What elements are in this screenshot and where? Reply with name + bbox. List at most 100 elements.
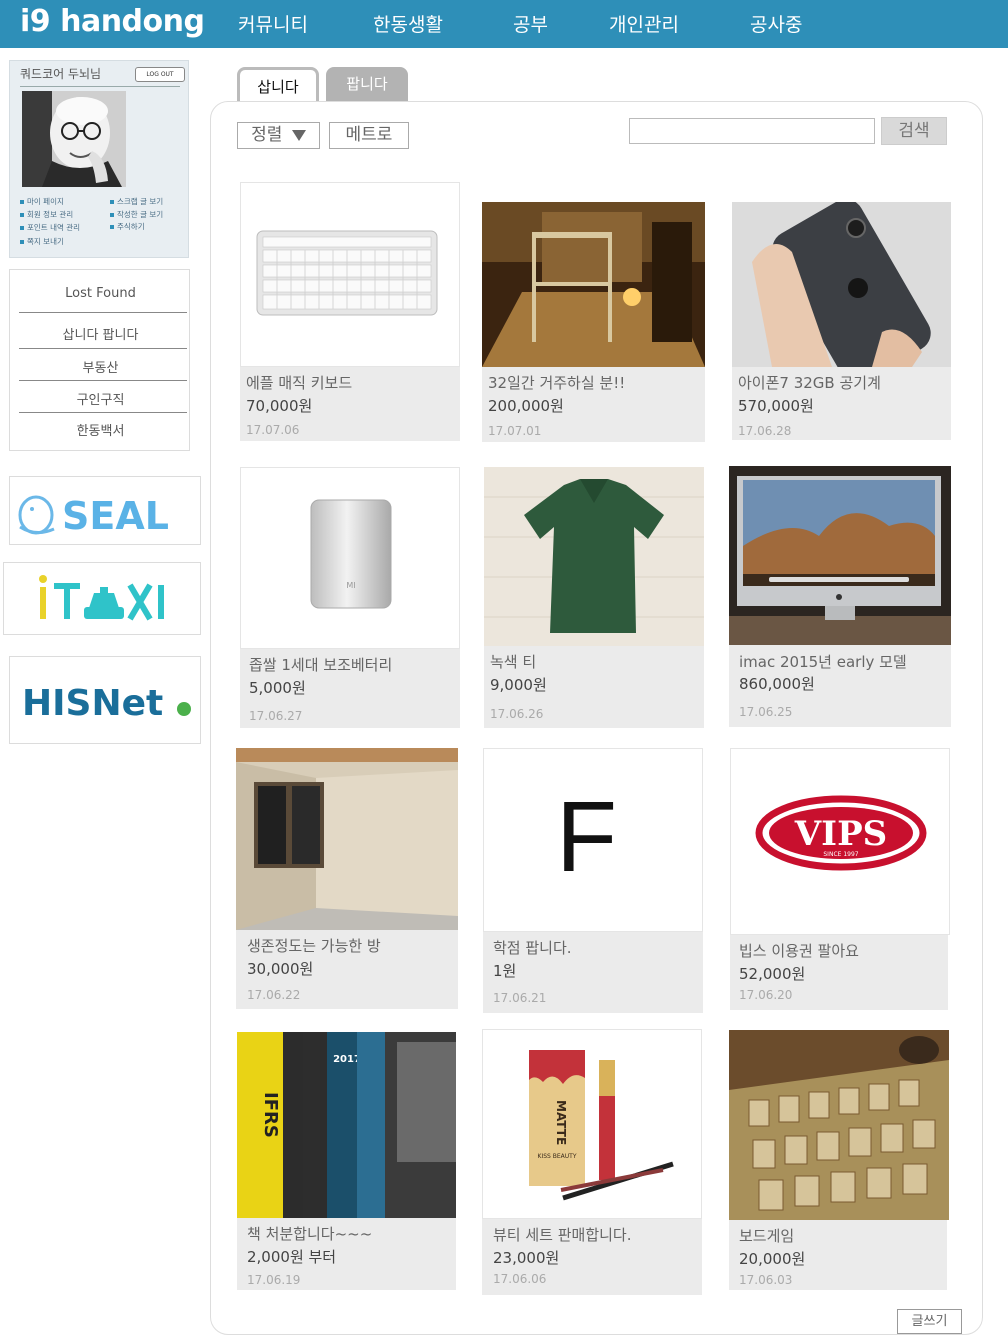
sort-dropdown[interactable]: 정렬 (237, 122, 320, 149)
product-title: 빕스 이용권 팔아요 (739, 942, 859, 960)
product-date: 17.06.20 (739, 988, 793, 1002)
banner-seal[interactable]: SEAL (9, 476, 201, 545)
seal-logo-text: SEAL (62, 494, 169, 538)
product-info: 뷰티 세트 판매합니다. 23,000원 17.06.06 (482, 1219, 702, 1295)
product-info: 빕스 이용권 팔아요 52,000원 17.06.20 (730, 935, 948, 1010)
product-price: 860,000원 (739, 675, 815, 693)
product-price: 30,000원 (247, 960, 314, 978)
tab-buy[interactable]: 삽니다 (237, 67, 319, 101)
link-member-info[interactable]: 회원 정보 관리 (20, 209, 73, 220)
product-info: 녹색 티 9,000원 17.06.26 (484, 646, 704, 728)
product-date: 17.07.01 (488, 424, 542, 438)
product-info: 32일간 거주하실 분!! 200,000원 17.07.01 (482, 367, 705, 442)
product-card[interactable]: VIPS SINCE 1997 빕스 이용권 팔아요 52,000원 17.06… (730, 748, 950, 1010)
product-price: 200,000원 (488, 397, 564, 415)
top-navbar: i9 handong 커뮤니티 한동생활 공부 개인관리 공사중 (0, 0, 1008, 48)
sidemenu-divider (19, 348, 187, 349)
sidemenu-divider (19, 380, 187, 381)
link-points[interactable]: 포인트 내역 관리 (20, 222, 80, 233)
product-date: 17.06.03 (739, 1273, 793, 1287)
product-image-board-game (729, 1030, 949, 1220)
product-date: 17.06.25 (739, 705, 793, 719)
link-my-posts[interactable]: 작성한 글 보기 (110, 209, 163, 220)
nav-study[interactable]: 공부 (513, 10, 548, 37)
product-price: 20,000원 (739, 1250, 806, 1268)
svg-text:SINCE 1997: SINCE 1997 (823, 851, 858, 858)
product-info: 책 처분합니다~~~ 2,000원 부터 17.06.19 (237, 1218, 456, 1290)
product-date: 17.06.27 (249, 709, 303, 723)
product-date: 17.06.06 (493, 1272, 547, 1286)
svg-text:MI: MI (346, 581, 355, 590)
user-nickname: 쿼드코어 두뇌님 (20, 67, 102, 81)
nav-handong-life[interactable]: 한동생활 (373, 10, 443, 37)
nav-personal[interactable]: 개인관리 (609, 10, 679, 37)
search-button[interactable]: 검색 (881, 117, 947, 145)
product-price: 1원 (493, 962, 517, 980)
product-date: 17.06.28 (738, 424, 792, 438)
product-title: 학점 팝니다. (493, 939, 572, 957)
product-price: 5,000원 (249, 679, 306, 697)
nav-under-construction[interactable]: 공사중 (750, 10, 802, 37)
product-card[interactable]: 녹색 티 9,000원 17.06.26 (484, 467, 704, 728)
product-date: 17.06.22 (247, 988, 301, 1002)
product-info: 에플 매직 키보드 70,000원 17.07.06 (240, 367, 460, 441)
product-title: 32일간 거주하실 분!! (488, 374, 626, 392)
product-price: 9,000원 (490, 676, 547, 694)
product-title: 뷰티 세트 판매합니다. (493, 1226, 632, 1244)
product-title: 보드게임 (739, 1227, 795, 1245)
product-date: 17.06.19 (247, 1273, 301, 1287)
product-card[interactable]: 에플 매직 키보드 70,000원 17.07.06 (240, 182, 460, 441)
metro-button[interactable]: 메트로 (329, 122, 409, 149)
link-stocks[interactable]: 주식하기 (110, 221, 145, 232)
vips-logo-text: VIPS (794, 814, 887, 854)
svg-text:IFRS: IFRS (260, 1092, 281, 1138)
product-card[interactable]: 아이폰7 32GB 공기계 570,000원 17.06.28 (732, 202, 952, 440)
product-date: 17.07.06 (246, 423, 300, 437)
product-price: 23,000원 (493, 1249, 560, 1267)
banner-hisnet[interactable]: HISNet (9, 656, 201, 744)
write-post-button[interactable]: 글쓰기 (897, 1309, 962, 1334)
product-image-keyboard (240, 182, 460, 367)
product-price: 570,000원 (738, 397, 814, 415)
tab-sell[interactable]: 팝니다 (326, 67, 408, 101)
side-menu: Lost Found 삽니다 팝니다 부동산 구인구직 한동백서 (9, 269, 190, 451)
product-price: 52,000원 (739, 965, 806, 983)
hisnet-logo-text: HISNet (22, 683, 163, 724)
site-logo[interactable]: i9 handong (20, 4, 205, 39)
product-info: 좁쌀 1세대 보조베터리 5,000원 17.06.27 (240, 649, 460, 728)
product-card[interactable]: 보드게임 20,000원 17.06.03 (729, 1030, 949, 1290)
product-date: 17.06.21 (493, 991, 547, 1005)
product-image-iphone (732, 202, 951, 367)
product-image-beauty-set: MATTE KISS BEAUTY (482, 1029, 702, 1219)
sidemenu-item-jobs[interactable]: 구인구직 (10, 389, 191, 408)
product-price: 2,000원 부터 (247, 1248, 337, 1266)
product-card[interactable]: MI 좁쌀 1세대 보조베터리 5,000원 17.06.27 (240, 467, 460, 728)
sidemenu-header[interactable]: Lost Found (10, 286, 191, 301)
product-info: 생존정도는 가능한 방 30,000원 17.06.22 (236, 930, 458, 1009)
product-title: 좁쌀 1세대 보조베터리 (249, 656, 393, 674)
sidemenu-item-buy-sell[interactable]: 삽니다 팝니다 (10, 324, 191, 343)
product-image-imac (729, 466, 951, 645)
product-card[interactable]: 생존정도는 가능한 방 30,000원 17.06.22 (236, 748, 458, 1009)
nav-community[interactable]: 커뮤니티 (238, 10, 308, 37)
product-card[interactable]: imac 2015년 early 모델 860,000원 17.06.25 (729, 466, 951, 727)
product-card[interactable]: MATTE KISS BEAUTY 뷰티 세트 판매합니다. 23,000원 1… (482, 1029, 702, 1295)
product-info: 학점 팝니다. 1원 17.06.21 (483, 932, 703, 1013)
product-card[interactable]: IFRS 2017 책 처분합니다~~~ 2,000원 부터 17.06.19 (237, 1032, 457, 1290)
product-title: 생존정도는 가능한 방 (247, 937, 381, 955)
product-card[interactable]: F 학점 팝니다. 1원 17.06.21 (483, 748, 703, 1013)
product-title: 책 처분합니다~~~ (247, 1225, 373, 1243)
product-card[interactable]: 32일간 거주하실 분!! 200,000원 17.07.01 (482, 202, 705, 442)
svg-text:2017: 2017 (333, 1054, 361, 1065)
sidemenu-item-real-estate[interactable]: 부동산 (10, 357, 191, 376)
banner-itaxi[interactable] (3, 562, 201, 635)
link-scraps[interactable]: 스크랩 글 보기 (110, 196, 163, 207)
search-input[interactable] (629, 118, 875, 144)
sidemenu-item-handbook[interactable]: 한동백서 (10, 420, 191, 439)
link-my-page[interactable]: 마이 페이지 (20, 196, 64, 207)
product-title: imac 2015년 early 모델 (739, 653, 907, 671)
logout-button[interactable]: LOG OUT (135, 67, 185, 82)
product-info: 보드게임 20,000원 17.06.03 (729, 1220, 947, 1290)
link-send-message[interactable]: 쪽지 보내기 (20, 236, 64, 247)
product-image-room (482, 202, 705, 367)
